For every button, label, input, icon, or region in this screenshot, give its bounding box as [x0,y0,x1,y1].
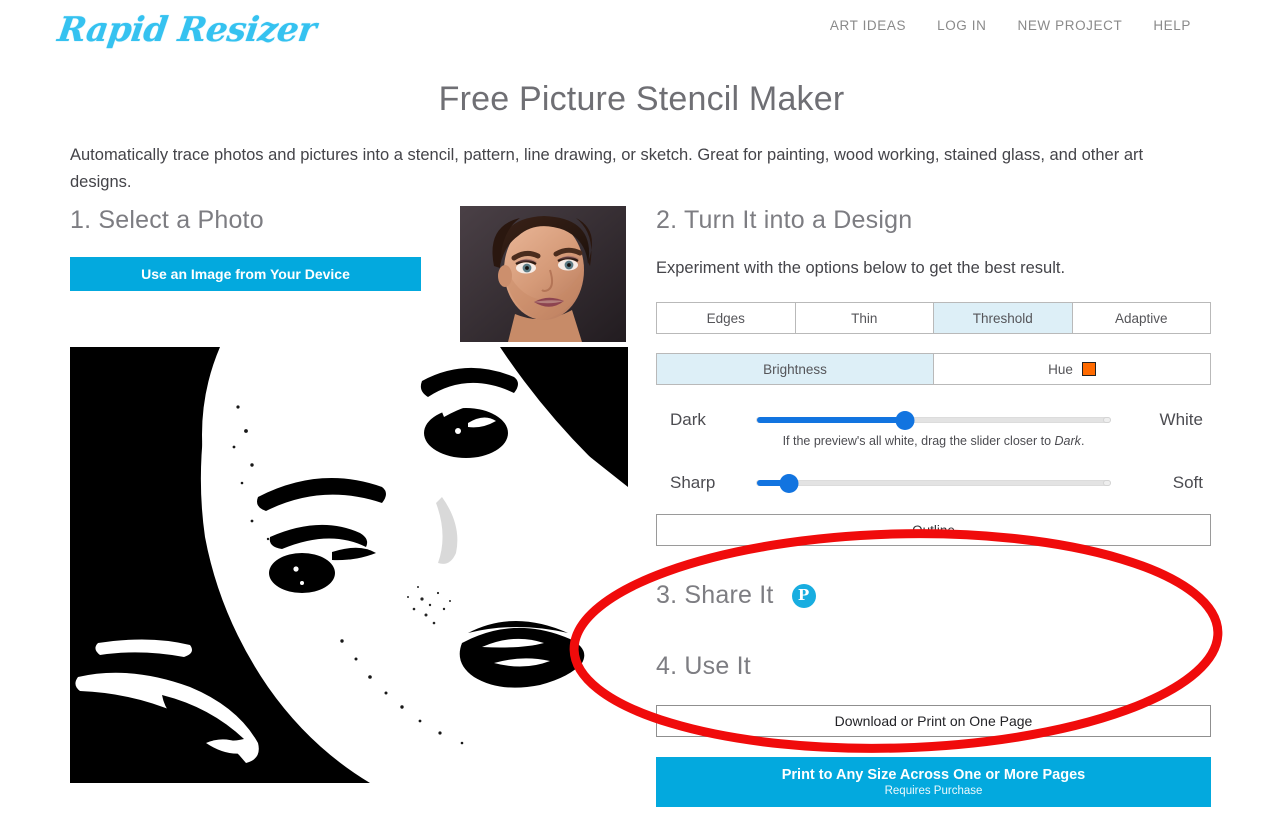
page-title: Free Picture Stencil Maker [438,80,845,118]
download-or-print-one-page-button[interactable]: Download or Print on One Page [656,705,1211,737]
step4-heading: 4. Use It [656,652,751,680]
hue-color-swatch-icon[interactable] [1081,362,1096,376]
sharpness-slider-thumb[interactable] [779,474,799,493]
step3-heading: 3. Share It [656,581,774,609]
slider-label-soft: Soft [1172,473,1203,492]
sharpness-slider-row: Sharp Soft [656,470,1211,496]
tab-hue-label: Hue [1048,361,1073,377]
threshold-stencil-graphic [70,347,628,783]
design-mode-tabs: Edges Thin Threshold Adaptive [656,302,1211,334]
step1-heading: 1. Select a Photo [70,206,264,234]
page-root: Rapid Resizer ART IDEAS LOG IN NEW PROJE… [0,0,1283,835]
nav-item-new-project[interactable]: NEW PROJECT [1017,18,1122,33]
tab-hue[interactable]: Hue [934,354,1210,384]
sharpness-slider-track[interactable] [756,474,1111,493]
print-button-primary-label: Print to Any Size Across One or More Pag… [781,767,1086,783]
hint-suffix: . [1080,434,1085,448]
nav-item-help[interactable]: HELP [1153,18,1191,33]
brightness-slider-thumb[interactable] [895,411,915,430]
brightness-slider-hint: If the preview's all white, drag the sli… [656,434,1211,448]
color-channel-tabs: Brightness Hue [656,353,1211,385]
tab-edges[interactable]: Edges [657,303,796,333]
pinterest-share-icon[interactable]: P [791,583,816,608]
tab-adaptive[interactable]: Adaptive [1072,303,1210,333]
step2-subtitle: Experiment with the options below to get… [656,259,1066,277]
site-logo[interactable]: Rapid Resizer [55,10,318,50]
tab-thin[interactable]: Thin [795,303,934,333]
outline-button[interactable]: Outline [656,514,1211,546]
use-image-from-device-button[interactable]: Use an Image from Your Device [70,257,421,291]
hint-prefix: If the preview's all white, drag the sli… [782,434,1055,448]
nav-item-art-ideas[interactable]: ART IDEAS [830,18,906,33]
step2-heading: 2. Turn It into a Design [656,206,913,234]
site-header: Rapid Resizer ART IDEAS LOG IN NEW PROJE… [0,0,1283,62]
brightness-slider-row: Dark White [656,407,1211,433]
brightness-slider-track[interactable] [756,411,1111,430]
step3-heading-row: 3. Share It P [656,581,816,610]
sharpness-slider-end-cap [1103,480,1111,486]
stencil-preview-image[interactable] [70,347,628,783]
hint-emphasis: Dark [1054,434,1081,448]
nav-item-log-in[interactable]: LOG IN [937,18,986,33]
print-button-secondary-label: Requires Purchase [884,785,983,797]
print-any-size-button[interactable]: Print to Any Size Across One or More Pag… [656,757,1211,807]
source-photo-thumbnail[interactable] [460,206,626,342]
page-intro-text: Automatically trace photos and pictures … [70,146,1144,191]
tab-threshold[interactable]: Threshold [934,303,1073,333]
slider-label-dark: Dark [670,410,706,429]
brightness-slider-fill [757,417,906,423]
tab-brightness[interactable]: Brightness [657,354,934,384]
slider-label-sharp: Sharp [670,473,716,492]
main-navigation: ART IDEAS LOG IN NEW PROJECT HELP [830,18,1191,33]
portrait-photo-icon [460,206,626,342]
brightness-slider-end-cap [1103,417,1111,423]
slider-label-white: White [1159,410,1203,429]
